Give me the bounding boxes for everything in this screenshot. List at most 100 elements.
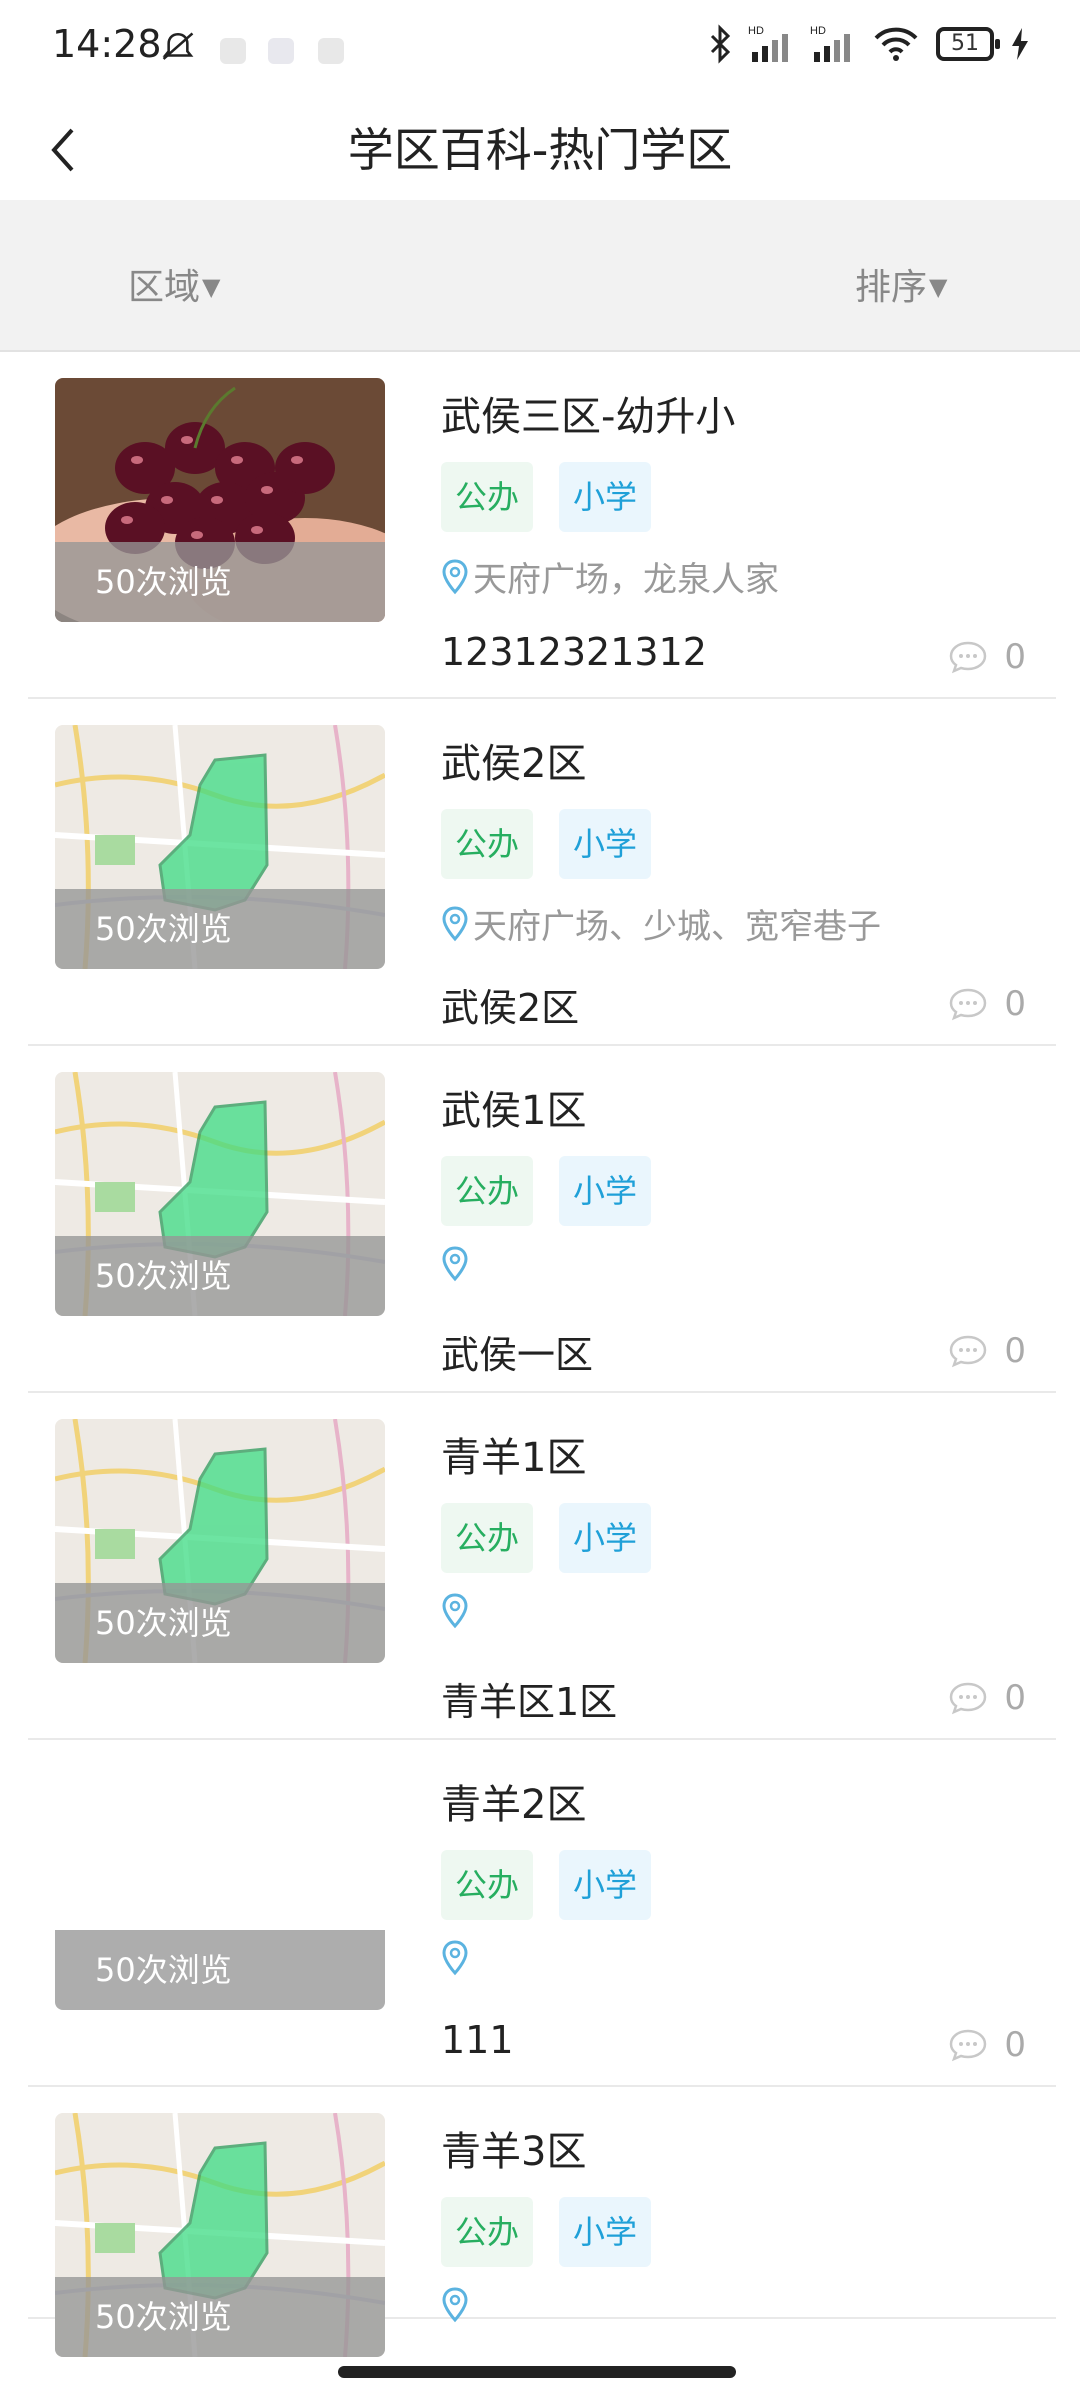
view-count: 50次浏览 xyxy=(55,889,385,969)
comment-count[interactable]: 0 xyxy=(948,637,1026,677)
tag-primary: 小学 xyxy=(559,462,652,532)
view-count: 50次浏览 xyxy=(55,1236,385,1316)
location-text: 天府广场，龙泉人家 xyxy=(473,560,779,600)
item-thumbnail: 50次浏览 xyxy=(55,1072,385,1316)
item-location: 天府广场，龙泉人家 xyxy=(441,552,779,601)
item-tags: 公办 小学 xyxy=(441,2197,652,2267)
location-pin-icon xyxy=(442,558,468,594)
wifi-icon xyxy=(874,27,918,61)
item-thumbnail: 50次浏览 xyxy=(55,725,385,969)
comment-count-value: 0 xyxy=(1004,1331,1026,1371)
item-location: 天府广场、少城、宽窄巷子 xyxy=(441,899,881,948)
item-location xyxy=(441,1593,473,1629)
mute-bell-icon xyxy=(162,32,194,60)
comment-count-value: 0 xyxy=(1004,2025,1026,2065)
tag-primary: 小学 xyxy=(559,1850,652,1920)
list-item[interactable]: 50次浏览 青羊2区公办 小学 111 0 xyxy=(28,1740,1056,2087)
comment-count[interactable]: 0 xyxy=(948,984,1026,1024)
item-thumbnail: 50次浏览 xyxy=(55,1766,385,2010)
item-location xyxy=(441,2287,473,2323)
comment-icon xyxy=(950,988,987,1021)
tag-public: 公办 xyxy=(441,809,534,879)
view-count: 50次浏览 xyxy=(55,1583,385,1663)
comment-icon xyxy=(950,1682,987,1715)
svg-text:HD: HD xyxy=(748,25,764,37)
filter-bar: 区域▼ 排序▼ xyxy=(0,200,1080,352)
item-tags: 公办 小学 xyxy=(441,809,652,879)
comment-icon xyxy=(950,1335,987,1368)
item-title: 青羊2区 xyxy=(441,1782,587,1828)
item-thumbnail: 50次浏览 xyxy=(55,378,385,622)
region-filter[interactable]: 区域▼ xyxy=(128,258,220,310)
mi-icon xyxy=(318,38,344,64)
comment-count-value: 0 xyxy=(1004,1678,1026,1718)
svg-text:HD: HD xyxy=(810,25,826,37)
location-pin-icon xyxy=(442,905,468,941)
comment-icon xyxy=(950,641,987,674)
school-district-list: 50次浏览 武侯三区-幼升小 公办 小学 天府广场，龙泉人家 12312321312 0 50… xyxy=(28,352,1056,2357)
item-description: 111 xyxy=(441,2018,514,2062)
status-right: HD HD 51 xyxy=(708,24,1030,64)
list-item[interactable]: 50次浏览 武侯2区 公办 小学 天府广场、少城、宽窄巷子 武侯2区 0 xyxy=(28,699,1056,1046)
top-navigation-bar: 学区百科-热门学区 xyxy=(0,100,1080,200)
comment-count[interactable]: 0 xyxy=(948,1678,1026,1718)
list-item[interactable]: 50次浏览 青羊3区公办 小学 xyxy=(28,2087,1056,2357)
view-count: 50次浏览 xyxy=(55,542,385,622)
tag-public: 公办 xyxy=(441,1850,534,1920)
view-count: 50次浏览 xyxy=(55,1930,385,2010)
item-title: 青羊1区 xyxy=(441,1435,587,1481)
location-pin-icon xyxy=(442,2287,468,2323)
item-tags: 公办 小学 xyxy=(441,1850,652,1920)
item-tags: 公办 小学 xyxy=(441,1503,652,1573)
sync-icon xyxy=(268,38,294,64)
view-count: 50次浏览 xyxy=(55,2277,385,2357)
list-item[interactable]: 50次浏览 武侯三区-幼升小公办 小学天府广场，龙泉人家 12312321312 0 xyxy=(28,352,1056,699)
item-description: 武侯2区 xyxy=(441,986,580,1030)
tag-primary: 小学 xyxy=(559,809,652,879)
item-tags: 公办 小学 xyxy=(441,462,652,532)
location-pin-icon xyxy=(442,1593,468,1629)
location-text: 天府广场、少城、宽窄巷子 xyxy=(473,907,881,947)
page-title: 学区百科-热门学区 xyxy=(347,123,733,177)
item-title: 武侯1区 xyxy=(441,1088,587,1134)
charging-icon xyxy=(1012,28,1028,60)
tag-primary: 小学 xyxy=(559,2197,652,2267)
hd-signal-icon: HD xyxy=(810,25,850,62)
item-thumbnail: 50次浏览 xyxy=(55,1419,385,1663)
list-item[interactable]: 50次浏览 武侯1区公办 小学武侯一区 0 xyxy=(28,1046,1056,1393)
location-pin-icon xyxy=(442,1246,468,1282)
hd-signal-icon: HD xyxy=(748,25,788,62)
comment-count[interactable]: 0 xyxy=(948,2025,1026,2065)
item-location xyxy=(441,1246,473,1282)
app-notify-icon xyxy=(220,38,246,64)
tag-primary: 小学 xyxy=(559,1503,652,1573)
item-title: 武侯2区 xyxy=(441,741,587,787)
item-description: 青羊区1区 xyxy=(441,1680,618,1724)
tag-primary: 小学 xyxy=(559,1156,652,1226)
item-description: 武侯一区 xyxy=(441,1333,594,1377)
list-item[interactable]: 50次浏览 青羊1区公办 小学青羊区1区 0 xyxy=(28,1393,1056,1740)
tag-public: 公办 xyxy=(441,1156,534,1226)
item-tags: 公办 小学 xyxy=(441,1156,652,1226)
item-thumbnail: 50次浏览 xyxy=(55,2113,385,2357)
tag-public: 公办 xyxy=(441,462,534,532)
status-bar: 14:28 HD HD 51 xyxy=(0,0,1080,100)
home-indicator[interactable] xyxy=(338,2366,736,2378)
region-filter-label: 区域 xyxy=(128,267,201,308)
tag-public: 公办 xyxy=(441,1503,534,1573)
item-title: 青羊3区 xyxy=(441,2129,587,2175)
comment-icon xyxy=(950,2029,987,2062)
comment-count[interactable]: 0 xyxy=(948,1331,1026,1371)
item-title: 武侯三区-幼升小 xyxy=(441,394,736,440)
sort-filter[interactable]: 排序▼ xyxy=(855,258,947,310)
item-description: 12312321312 xyxy=(441,630,707,674)
region-filter-arrow-icon: ▼ xyxy=(202,273,221,301)
comment-count-value: 0 xyxy=(1004,984,1026,1024)
location-pin-icon xyxy=(442,1940,468,1976)
item-location xyxy=(441,1940,473,1976)
bluetooth-icon xyxy=(710,24,731,64)
battery-indicator: 51 xyxy=(936,27,1000,61)
tag-public: 公办 xyxy=(441,2197,534,2267)
sort-filter-label: 排序 xyxy=(855,267,928,308)
sort-filter-arrow-icon: ▼ xyxy=(929,273,948,301)
